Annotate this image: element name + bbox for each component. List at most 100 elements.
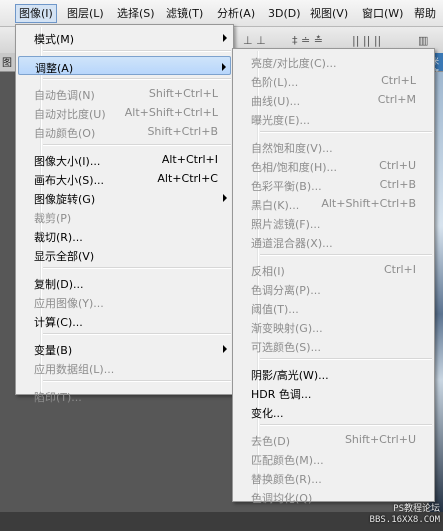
menu-item-label: 陷印(T)... — [34, 391, 82, 404]
submenu-arrow-icon — [222, 63, 226, 71]
menu-item-shortcut: Ctrl+I — [383, 263, 416, 276]
menu-item[interactable]: 图像旋转(G) — [18, 188, 231, 207]
menu-item-label: 色调分离(P)... — [251, 284, 321, 297]
menu-item[interactable]: 应用图像(Y)... — [18, 292, 231, 311]
submenu-arrow-icon — [223, 34, 227, 42]
menu-item[interactable]: HDR 色调... — [235, 383, 432, 402]
document-tab-label: 图 — [2, 58, 12, 69]
menu-item-shortcut: Shift+Ctrl+U — [344, 433, 416, 446]
menu-item[interactable]: 阴影/高光(W)... — [235, 364, 432, 383]
menu-item[interactable]: 色阶(L)... Ctrl+L — [235, 71, 432, 90]
menu-item-label: 亮度/对比度(C)... — [251, 57, 337, 70]
menu-item-label: 匹配颜色(M)... — [251, 454, 324, 467]
menu-item[interactable]: 变化... — [235, 402, 432, 421]
menu-item[interactable]: 自动色调(N) Shift+Ctrl+L — [18, 84, 231, 103]
menu-item[interactable]: 反相(I) Ctrl+I — [235, 260, 432, 279]
menu-separator — [43, 78, 231, 80]
menu-item[interactable]: 匹配颜色(M)... — [235, 449, 432, 468]
menu-item-shortcut: Ctrl+B — [379, 178, 416, 191]
menu-item[interactable]: 自动对比度(U) Alt+Shift+Ctrl+L — [18, 103, 231, 122]
menubar-item[interactable]: 图层(L) — [64, 4, 107, 23]
menu-item-label: 自然饱和度(V)... — [251, 142, 333, 155]
align-icon[interactable]: ⊥ ⊥ — [243, 34, 266, 47]
menu-item-label: 自动对比度(U) — [34, 108, 106, 121]
menu-item-label: 色调均化(Q) — [251, 492, 313, 505]
menubar-item[interactable]: 窗口(W) — [359, 4, 406, 23]
menu-item-label: 变化... — [251, 407, 284, 420]
menu-item-label: 阈值(T)... — [251, 303, 299, 316]
menu-item-shortcut: Ctrl+U — [379, 159, 416, 172]
menu-item[interactable]: 复制(D)... — [18, 273, 231, 292]
menu-item-label: HDR 色调... — [251, 388, 312, 401]
menu-item-label: 替换颜色(R)... — [251, 473, 322, 486]
menu-item[interactable]: 色彩平衡(B)... Ctrl+B — [235, 175, 432, 194]
menu-item-shortcut: Ctrl+M — [377, 93, 416, 106]
menu-item-label: 自动颜色(O) — [34, 127, 96, 140]
menu-item[interactable]: 曲线(U)... Ctrl+M — [235, 90, 432, 109]
menu-item-shortcut: Alt+Ctrl+I — [161, 153, 218, 166]
menu-item-label: 去色(D) — [251, 435, 291, 448]
menu-item-label: 调整(A) — [35, 62, 74, 75]
menubar-item[interactable]: 3D(D) — [265, 4, 304, 23]
menu-item-label: 裁切(R)... — [34, 231, 83, 244]
menu-item[interactable]: 画布大小(S)... Alt+Ctrl+C — [18, 169, 231, 188]
menu-item[interactable]: 阈值(T)... — [235, 298, 432, 317]
menu-item[interactable]: 图像大小(I)... Alt+Ctrl+I — [18, 150, 231, 169]
menu-item[interactable]: 色相/饱和度(H)... Ctrl+U — [235, 156, 432, 175]
menu-item-label: 渐变映射(G)... — [251, 322, 323, 335]
menu-item[interactable]: 色调分离(P)... — [235, 279, 432, 298]
menu-item[interactable]: 显示全部(V) — [18, 245, 231, 264]
menu-item[interactable]: 自动颜色(O) Shift+Ctrl+B — [18, 122, 231, 141]
menu-separator — [260, 131, 432, 133]
menu-item[interactable]: 调整(A) — [18, 56, 231, 75]
menubar-item[interactable]: 图像(I) — [15, 4, 57, 23]
distribute-icon[interactable]: ‡ ≐ ≛ — [292, 34, 323, 47]
menu-item[interactable]: 替换颜色(R)... — [235, 468, 432, 487]
menu-item[interactable]: 应用数据组(L)... — [18, 358, 231, 377]
menu-separator — [43, 333, 231, 335]
watermark: PS教程论坛 BBS.16XX8.COM — [370, 504, 440, 526]
menu-item[interactable]: 去色(D) Shift+Ctrl+U — [235, 430, 432, 449]
distribute-h-icon[interactable]: || || || — [352, 34, 381, 47]
menu-item[interactable]: 黑白(K)... Alt+Shift+Ctrl+B — [235, 194, 432, 213]
menu-item-label: 曲线(U)... — [251, 95, 301, 108]
menu-item-label: 黑白(K)... — [251, 199, 300, 212]
menu-item-label: 曝光度(E)... — [251, 114, 311, 127]
menu-item[interactable]: 模式(M) — [18, 28, 231, 47]
menu-item[interactable]: 通道混合器(X)... — [235, 232, 432, 251]
menu-separator — [43, 380, 231, 382]
menu-item-label: 照片滤镜(F)... — [251, 218, 321, 231]
menu-separator — [260, 424, 432, 426]
watermark-line-1: PS教程论坛 — [393, 504, 440, 514]
menu-item[interactable]: 渐变映射(G)... — [235, 317, 432, 336]
menu-item[interactable]: 照片滤镜(F)... — [235, 213, 432, 232]
menu-item-label: 变量(B) — [34, 344, 73, 357]
menu-item[interactable]: 可选颜色(S)... — [235, 336, 432, 355]
menu-separator — [260, 254, 432, 256]
menubar-item[interactable]: 视图(V) — [307, 4, 351, 23]
menu-item-label: 通道混合器(X)... — [251, 237, 333, 250]
auto-align-icon[interactable]: ▥ — [418, 34, 428, 47]
menu-item-shortcut: Ctrl+L — [381, 74, 416, 87]
menu-item[interactable]: 亮度/对比度(C)... — [235, 52, 432, 71]
menu-item-shortcut: Alt+Ctrl+C — [157, 172, 218, 185]
menu-item[interactable]: 计算(C)... — [18, 311, 231, 330]
menu-item[interactable]: 裁剪(P) — [18, 207, 231, 226]
menu-item-shortcut: Alt+Shift+Ctrl+L — [124, 106, 218, 119]
menu-item[interactable]: 变量(B) — [18, 339, 231, 358]
menubar-item[interactable]: 选择(S) — [114, 4, 158, 23]
submenu-arrow-icon — [223, 345, 227, 353]
menubar-item[interactable]: 分析(A) — [214, 4, 258, 23]
menu-item[interactable]: 曝光度(E)... — [235, 109, 432, 128]
menu-item-label: 自动色调(N) — [34, 89, 95, 102]
menu-item[interactable]: 自然饱和度(V)... — [235, 137, 432, 156]
menu-item[interactable]: 陷印(T)... — [18, 386, 231, 405]
watermark-line-2: BBS.16XX8.COM — [369, 515, 440, 525]
menu-item-label: 画布大小(S)... — [34, 174, 105, 187]
menubar-item[interactable]: 滤镜(T) — [163, 4, 206, 23]
submenu-arrow-icon — [223, 194, 227, 202]
menu-item-label: 图像旋转(G) — [34, 193, 96, 206]
menu-item-label: 色阶(L)... — [251, 76, 299, 89]
menu-item[interactable]: 裁切(R)... — [18, 226, 231, 245]
menubar-item[interactable]: 帮助 — [411, 4, 439, 23]
